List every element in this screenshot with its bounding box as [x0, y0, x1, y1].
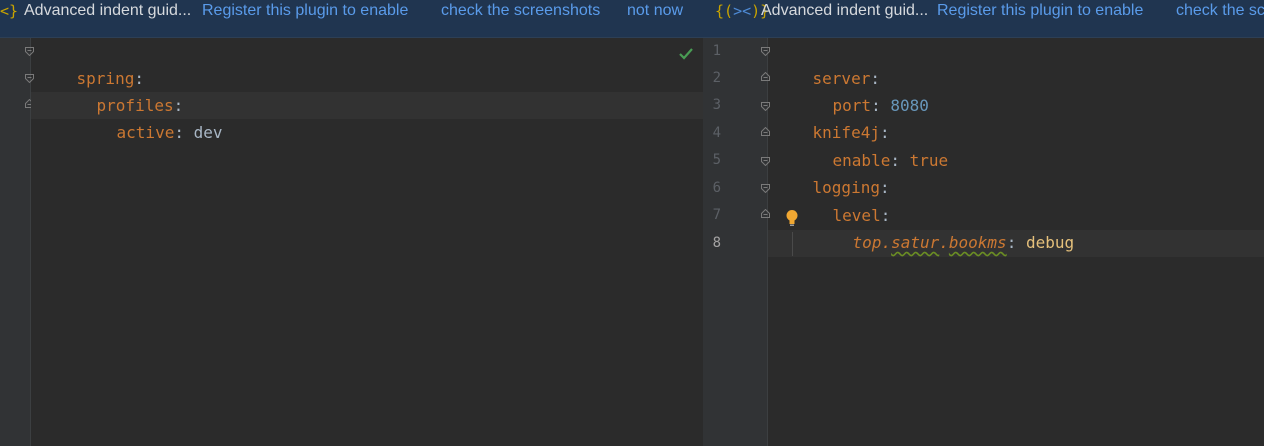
yaml-value: true [909, 151, 949, 170]
code-line-6[interactable]: level: [794, 175, 891, 225]
yaml-key: active [116, 123, 175, 142]
code-line-2[interactable]: profiles: [58, 65, 184, 115]
right-gutter: 1 2 3 4 5 6 7 8 [703, 38, 770, 446]
yaml-key-dot: . [939, 233, 949, 252]
yaml-key-misspelled: satur [891, 233, 940, 252]
inspection-ok-icon[interactable] [679, 45, 693, 64]
code-line-1[interactable]: server: [774, 38, 880, 88]
plugin-banner-right: {(><)} Advanced indent guid... Register … [703, 0, 1264, 38]
line-number-current: 8 [712, 235, 721, 251]
code-line-3[interactable]: active: dev [78, 92, 223, 142]
fold-close-icon[interactable] [761, 209, 770, 218]
code-line-5[interactable]: logging: [774, 147, 890, 197]
fold-open-icon[interactable] [761, 184, 770, 193]
yaml-value: dev [193, 123, 223, 142]
banner-title: Advanced indent guid... [24, 2, 192, 19]
banner-title: Advanced indent guid... [761, 2, 929, 19]
indent-guide [792, 232, 793, 256]
fold-close-icon[interactable] [761, 127, 770, 136]
line-number: 1 [712, 43, 721, 59]
fold-open-icon[interactable] [761, 157, 770, 166]
not-now-link[interactable]: not now [627, 0, 683, 22]
yaml-key-dot: . [881, 233, 892, 252]
fold-open-icon[interactable] [761, 47, 770, 56]
fold-close-icon[interactable] [761, 72, 770, 81]
yaml-colon: : [174, 123, 184, 142]
line-number: 4 [712, 125, 721, 141]
plugin-banner-left: <} Advanced indent guid... Register this… [0, 0, 703, 38]
line-number: 3 [712, 97, 721, 113]
yaml-colon: : [1006, 233, 1017, 252]
code-line-2[interactable]: port: 8080 [794, 65, 929, 115]
line-number: 6 [712, 180, 721, 196]
fold-open-icon[interactable] [25, 74, 34, 83]
line-number: 2 [712, 70, 721, 86]
lightbulb-icon[interactable] [785, 209, 799, 231]
fold-open-icon[interactable] [761, 102, 770, 111]
code-line-1[interactable]: spring: [38, 38, 144, 88]
plugin-logo-icon: <} [0, 2, 19, 20]
yaml-key: top [852, 233, 882, 252]
line-number: 5 [712, 152, 721, 168]
left-editor-pane: <} Advanced indent guid... Register this… [0, 0, 703, 446]
fold-open-icon[interactable] [25, 47, 34, 56]
register-plugin-link[interactable]: Register this plugin to enable [937, 0, 1143, 22]
code-line-3[interactable]: knife4j: [774, 92, 890, 142]
code-line-4[interactable]: enable: true [794, 120, 949, 170]
left-gutter [0, 38, 34, 446]
register-plugin-link[interactable]: Register this plugin to enable [202, 0, 408, 22]
right-editor-pane: {(><)} Advanced indent guid... Register … [703, 0, 1264, 446]
yaml-value: debug [1025, 233, 1075, 252]
line-number: 7 [712, 207, 721, 223]
check-screenshots-link[interactable]: check the sc [1176, 0, 1264, 22]
yaml-value: 8080 [890, 96, 929, 115]
code-line-7[interactable]: top.satur.bookms: debug [814, 202, 1075, 252]
yaml-colon: : [890, 151, 900, 170]
check-screenshots-link[interactable]: check the screenshots [441, 0, 600, 22]
yaml-key-misspelled: bookms [948, 233, 1007, 252]
